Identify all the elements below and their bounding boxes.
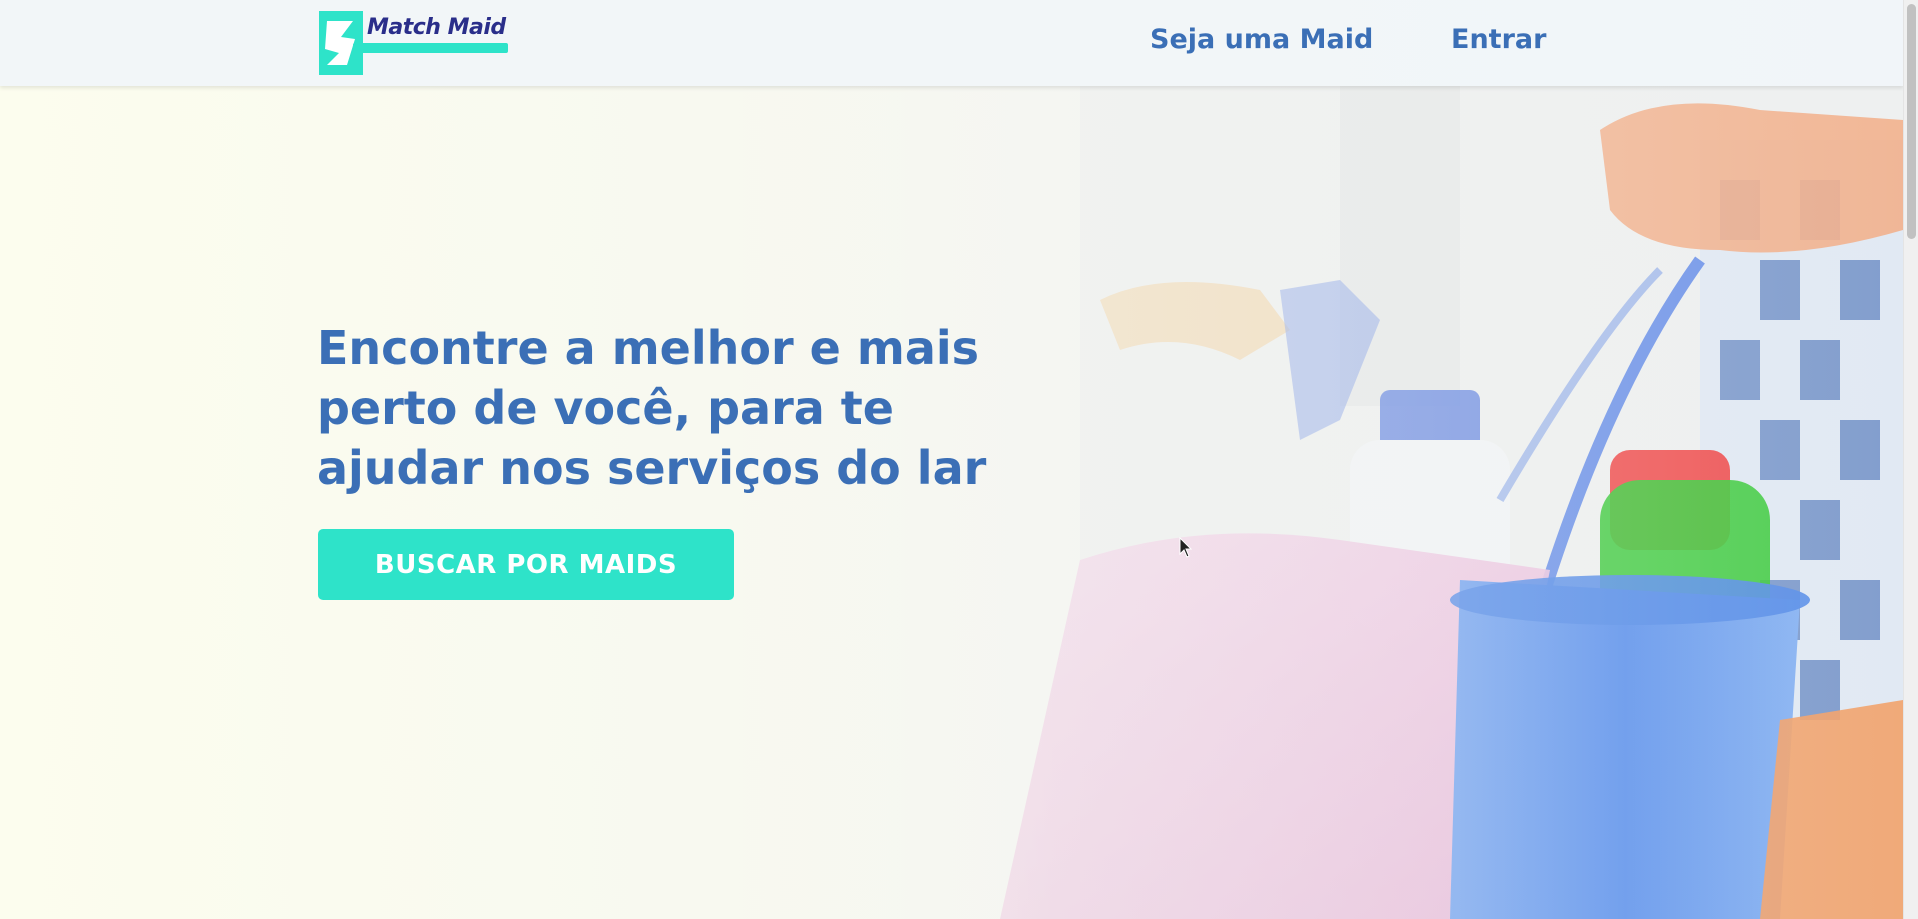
buscar-por-maids-button[interactable]: BUSCAR POR MAIDS — [318, 529, 734, 600]
logo-link[interactable]: Match Maid — [317, 9, 512, 77]
scrollbar-thumb[interactable] — [1907, 4, 1916, 239]
logo-text: Match Maid — [367, 15, 506, 40]
mouse-pointer-icon — [1179, 537, 1193, 558]
hero-headline: Encontre a melhor e mais perto de você, … — [317, 321, 987, 495]
nav-link-seja-uma-maid[interactable]: Seja uma Maid — [1150, 24, 1373, 55]
top-navbar: Match Maid Seja uma Maid Entrar — [0, 0, 1903, 86]
nav-link-entrar[interactable]: Entrar — [1451, 24, 1546, 55]
page-scrollbar[interactable] — [1903, 0, 1918, 919]
